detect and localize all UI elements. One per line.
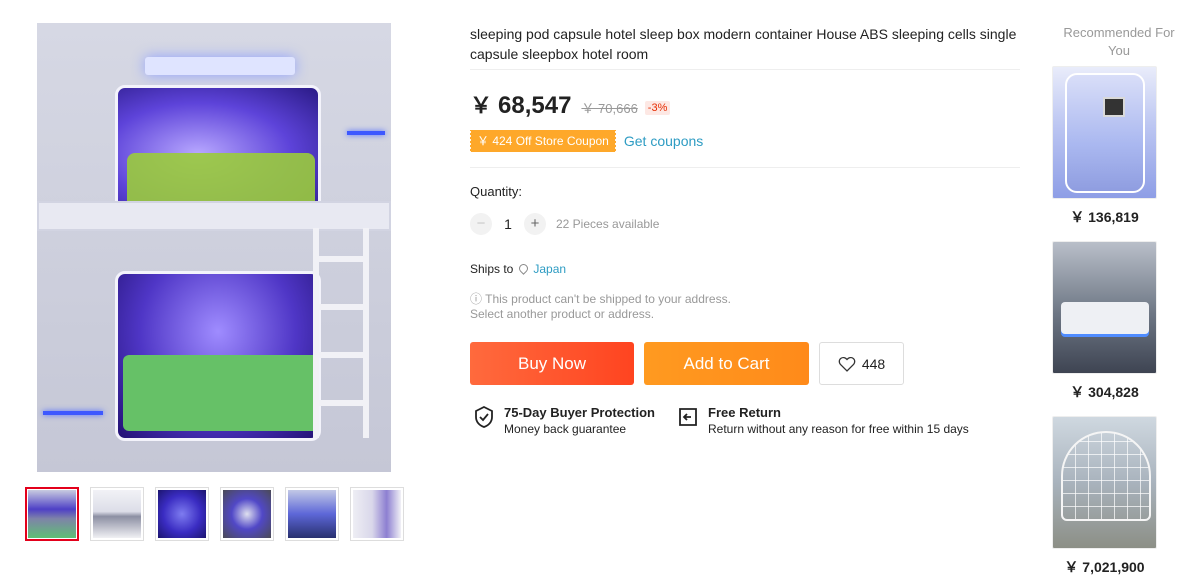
warning-line-1: This product can't be shipped to your ad… xyxy=(485,292,731,306)
current-price: ￥ 68,547 xyxy=(470,92,572,119)
thumbnail[interactable] xyxy=(155,487,209,541)
quantity-label: Quantity: xyxy=(470,184,523,199)
quantity-value[interactable]: 1 xyxy=(492,216,524,232)
original-price: ￥ 70,666 xyxy=(581,101,638,116)
discount-badge: -3% xyxy=(644,101,671,115)
recommended-item-price: ￥ 304,828 xyxy=(1070,384,1139,400)
buy-now-button[interactable]: Buy Now xyxy=(470,342,634,385)
upper-bed-ledge xyxy=(37,201,391,231)
thumbnail[interactable] xyxy=(285,487,339,541)
info-icon: ⓘ xyxy=(470,292,483,306)
recommended-item-price: ￥ 136,819 xyxy=(1070,209,1139,225)
heart-icon xyxy=(838,356,856,372)
warning-line-2: Select another product or address. xyxy=(470,307,655,321)
recommended-item-image[interactable] xyxy=(1052,241,1157,374)
ceiling-light xyxy=(145,57,295,75)
free-return: Free Return Return without any reason fo… xyxy=(676,405,969,437)
led-strip xyxy=(43,411,103,415)
ladder xyxy=(313,228,369,438)
recommended-item[interactable]: ￥ 7,021,900 xyxy=(1052,416,1157,577)
recommended-item-price: ￥ 7,021,900 xyxy=(1064,559,1145,575)
return-arrow-icon xyxy=(679,408,697,426)
buyer-protection-title: 75-Day Buyer Protection xyxy=(504,405,655,420)
buyer-protection-subtitle: Money back guarantee xyxy=(504,422,627,436)
pieces-available: 22 Pieces available xyxy=(556,217,660,231)
increase-quantity-button[interactable]: + xyxy=(524,213,546,235)
divider xyxy=(470,69,1020,70)
coupon-row: ￥ 424 Off Store Coupon Get coupons xyxy=(469,130,703,152)
product-title: sleeping pod capsule hotel sleep box mod… xyxy=(470,26,1017,62)
thumbnail[interactable] xyxy=(90,487,144,541)
recommended-item-image[interactable] xyxy=(1052,66,1157,199)
get-coupons-link[interactable]: Get coupons xyxy=(624,133,703,149)
location-pin-icon xyxy=(517,261,531,275)
ships-to-country[interactable]: Japan xyxy=(533,262,566,276)
divider xyxy=(470,167,1020,168)
free-return-subtitle: Return without any reason for free withi… xyxy=(708,422,969,436)
recommended-item-image[interactable] xyxy=(1052,416,1157,549)
price-row: ￥ 68,547 ￥ 70,666 -3% xyxy=(470,88,671,120)
recommended-item[interactable]: ￥ 136,819 xyxy=(1052,66,1157,227)
ships-to-label: Ships to xyxy=(470,262,514,276)
wishlist-count: 448 xyxy=(861,355,886,372)
thumbnail[interactable] xyxy=(25,487,79,541)
buyer-protection: 75-Day Buyer Protection Money back guara… xyxy=(472,405,655,437)
recommended-item[interactable]: ￥ 304,828 xyxy=(1052,241,1157,402)
add-to-cart-button[interactable]: Add to Cart xyxy=(644,342,809,385)
led-strip xyxy=(347,131,385,135)
thumbnail[interactable] xyxy=(220,487,274,541)
decrease-quantity-button[interactable]: − xyxy=(470,213,492,235)
shipping-warning: ⓘ This product can't be shipped to your … xyxy=(470,292,731,322)
recommended-title: Recommended For You xyxy=(1063,25,1175,58)
shield-check-icon xyxy=(475,405,493,428)
thumbnail[interactable] xyxy=(350,487,404,541)
quantity-stepper: − 1 + 22 Pieces available xyxy=(470,213,659,235)
thumbnail-strip xyxy=(25,487,415,541)
main-product-image[interactable] xyxy=(37,23,391,472)
free-return-title: Free Return xyxy=(708,405,781,420)
ships-to: Ships to Japan xyxy=(470,261,566,276)
store-coupon-badge[interactable]: ￥ 424 Off Store Coupon xyxy=(469,130,617,152)
lower-bed xyxy=(123,355,319,431)
wishlist-button[interactable]: 448 xyxy=(819,342,904,385)
